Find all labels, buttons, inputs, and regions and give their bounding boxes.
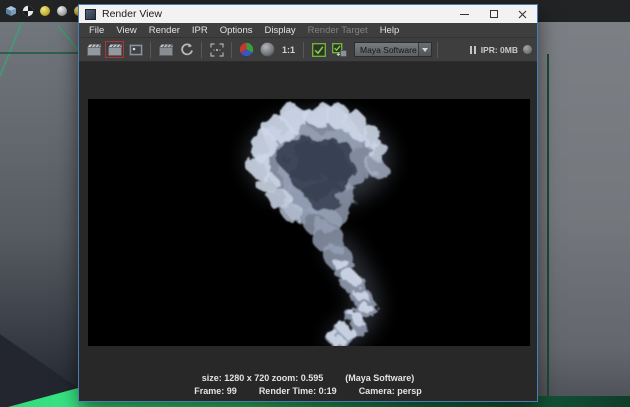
rendered-image[interactable] (88, 98, 530, 352)
snapshot-icon (128, 43, 143, 56)
status-size-zoom: size: 1280 x 720 zoom: 0.595 (201, 373, 324, 383)
render-current-frame-icon (86, 43, 101, 56)
alpha-channel-icon (260, 42, 275, 57)
toolbar-separator (201, 41, 202, 58)
toolbar-separator (437, 41, 439, 58)
maya-viewport-right[interactable] (538, 22, 630, 407)
alpha-channel-button[interactable] (258, 41, 277, 58)
menu-render-target: Render Target (307, 24, 368, 36)
status-render-time: Render Time: 0:19 (258, 386, 337, 396)
rendered-smoke-plume (88, 98, 530, 352)
minimize-icon (460, 13, 469, 15)
menu-view[interactable]: View (110, 25, 142, 36)
renderer-dropdown-value: Maya Software (360, 44, 417, 55)
close-icon (518, 10, 527, 18)
ipr-render-icon (158, 43, 173, 56)
render-view-window: Render View File View Render IPR Options… (78, 4, 538, 402)
white-sphere-glyph (56, 6, 67, 16)
rgb-channels-button[interactable] (237, 41, 256, 58)
menu-file[interactable]: File (83, 25, 110, 36)
pause-bar (473, 45, 476, 54)
refresh-ipr-button[interactable] (177, 41, 196, 58)
menu-render[interactable]: Render (143, 25, 186, 36)
keep-image-button[interactable] (309, 41, 328, 58)
minimize-button[interactable] (450, 5, 479, 23)
one-to-one-icon: 1:1 (282, 44, 296, 55)
toolbar-separator (303, 41, 305, 58)
ipr-memory-icon[interactable] (523, 45, 532, 54)
viewport-grid-line (547, 54, 549, 404)
ipr-render-button[interactable] (156, 41, 175, 58)
window-title: Render View (102, 8, 162, 20)
render-view-content: size: 1280 x 720 zoom: 0.595 (Maya Softw… (79, 62, 537, 401)
render-current-frame-button[interactable] (84, 41, 103, 58)
window-controls (450, 5, 537, 23)
status-renderer: (Maya Software) (345, 373, 415, 383)
menu-ipr[interactable]: IPR (186, 25, 214, 36)
render-region-icon (209, 42, 224, 57)
titlebar[interactable]: Render View (79, 5, 537, 23)
white-sphere-icon[interactable] (55, 5, 68, 18)
yellow-sphere-glyph (39, 6, 50, 16)
redo-previous-render-icon (107, 43, 122, 56)
menubar: File View Render IPR Options Display Ren… (79, 23, 537, 37)
render-statusbar: size: 1280 x 720 zoom: 0.595 (Maya Softw… (79, 372, 537, 397)
snapshot-button[interactable] (126, 41, 145, 58)
keep-image-icon (311, 42, 326, 57)
dropdown-arrow-icon[interactable] (418, 43, 432, 56)
menu-display[interactable]: Display (259, 25, 302, 36)
texture-cube-icon[interactable] (4, 5, 17, 18)
ipr-memory-label: IPR: 0MB (480, 44, 518, 55)
status-frame: Frame: 99 (194, 386, 237, 396)
remove-image-icon (332, 42, 347, 57)
redo-previous-render-button[interactable] (105, 41, 124, 58)
yellow-sphere-icon[interactable] (38, 5, 51, 18)
one-to-one-button[interactable]: 1:1 (279, 41, 298, 58)
render-region-button[interactable] (207, 41, 226, 58)
renderer-dropdown[interactable]: Maya Software (354, 42, 433, 57)
render-globe-icon[interactable] (21, 5, 34, 18)
close-button[interactable] (508, 5, 537, 23)
rgb-channels-icon (239, 42, 254, 57)
maximize-icon (489, 10, 498, 18)
texture-cube-icon-glyph (5, 6, 16, 16)
remove-image-button[interactable] (330, 41, 349, 58)
toolbar-right-group: IPR: 0MB (469, 44, 532, 55)
toolbar-separator (231, 41, 232, 58)
menu-help[interactable]: Help (374, 25, 406, 36)
menu-options[interactable]: Options (214, 25, 259, 36)
status-line-1: size: 1280 x 720 zoom: 0.595 (Maya Softw… (202, 372, 415, 384)
toolbar-separator (150, 41, 151, 58)
render-view-app-icon (85, 8, 96, 20)
refresh-ipr-icon (180, 43, 193, 55)
status-line-2: Frame: 99 Render Time: 0:19 Camera: pers… (194, 385, 421, 397)
pause-bar (469, 45, 472, 54)
status-camera: Camera: persp (358, 386, 422, 396)
maximize-button[interactable] (479, 5, 508, 23)
toolbar: 1:1 Maya Software IPR: 0MB (79, 37, 537, 62)
render-globe-icon-glyph (22, 5, 33, 17)
pause-ipr-icon[interactable] (469, 45, 476, 54)
